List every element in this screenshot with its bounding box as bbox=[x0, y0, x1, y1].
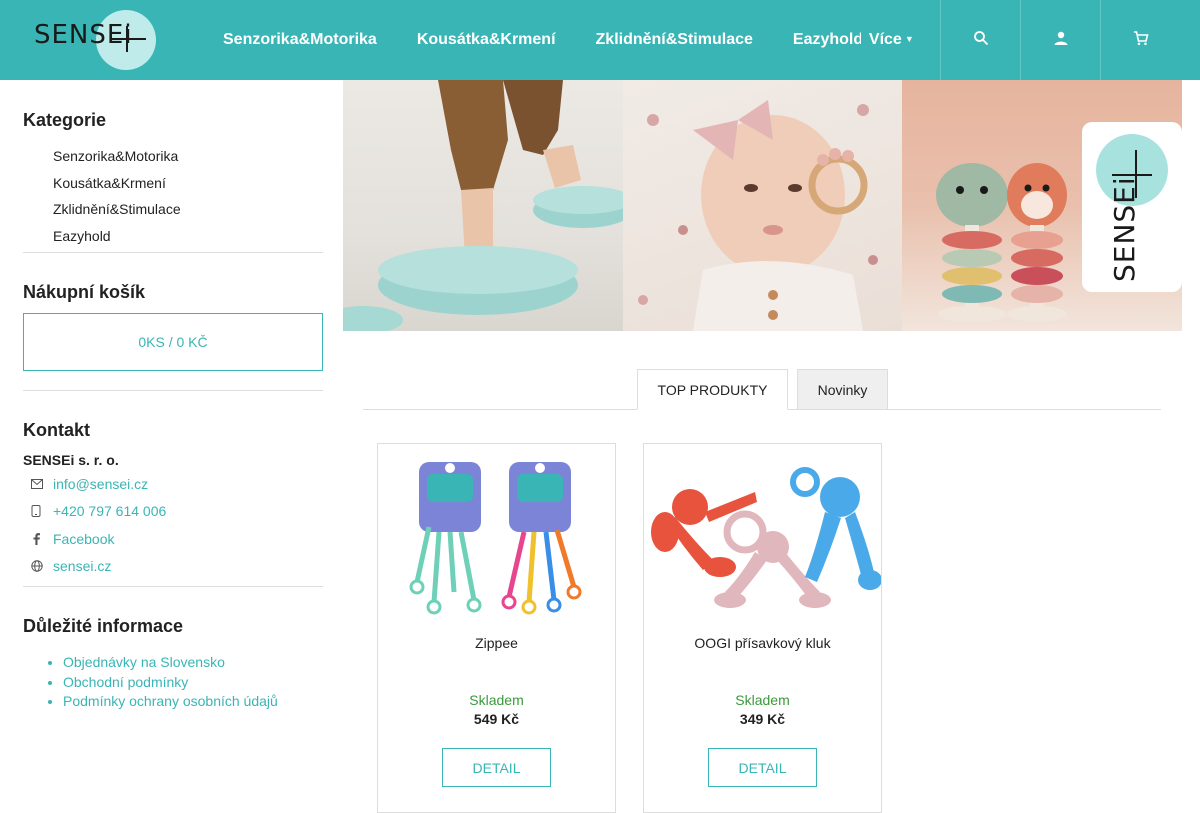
product-stock: Skladem bbox=[469, 692, 524, 708]
logo-line bbox=[110, 38, 146, 40]
contact-email-link[interactable]: info@sensei.cz bbox=[53, 476, 148, 492]
tab-new-products-label: Novinky bbox=[817, 381, 868, 398]
search-button[interactable] bbox=[940, 0, 1020, 80]
info-link-slovensko[interactable]: Objednávky na Slovensko bbox=[63, 654, 225, 670]
globe-icon bbox=[23, 560, 53, 572]
cart-summary: 0KS / 0 KČ bbox=[138, 334, 208, 350]
search-icon bbox=[973, 30, 989, 51]
nav-more-button[interactable]: Více ▼ bbox=[869, 31, 914, 49]
categories-title: Kategorie bbox=[23, 110, 107, 130]
product-detail-label: DETAIL bbox=[738, 759, 787, 776]
tab-top-products[interactable]: TOP PRODUKTY bbox=[637, 369, 788, 410]
product-detail-button[interactable]: DETAIL bbox=[708, 748, 817, 787]
account-button[interactable] bbox=[1020, 0, 1100, 80]
product-card[interactable]: OOGI přísavkový kluk Skladem 349 Kč DETA… bbox=[643, 443, 882, 813]
contact-web-link[interactable]: sensei.cz bbox=[53, 558, 111, 574]
main-nav: Senzorika&Motorika Kousátka&Krmení Zklid… bbox=[223, 0, 914, 80]
cart-summary-box[interactable]: 0KS / 0 KČ bbox=[23, 313, 323, 371]
info-link-obchodni-podminky[interactable]: Obchodní podmínky bbox=[63, 674, 188, 690]
sidebar: Kategorie Senzorika&Motorika Kousátka&Kr… bbox=[23, 80, 323, 713]
nav-more-label: Více bbox=[868, 31, 902, 48]
nav-item-eazyhold[interactable]: Eazyhold bbox=[793, 31, 861, 49]
category-item-zklidneni[interactable]: Zklidnění&Stimulace bbox=[23, 199, 323, 226]
contact-email-row: info@sensei.cz bbox=[23, 470, 323, 498]
divider bbox=[23, 252, 323, 253]
product-price: 549 Kč bbox=[473, 711, 520, 727]
chevron-down-icon: ▼ bbox=[904, 34, 914, 44]
logo-line-vertical bbox=[126, 26, 128, 52]
info-link-item: Podmínky ochrany osobních údajů bbox=[63, 693, 323, 713]
hero-banner[interactable]: SENSEi bbox=[343, 80, 1183, 331]
info-link-item: Obchodní podmínky bbox=[63, 674, 323, 694]
site-logo[interactable]: SENSEi bbox=[30, 8, 158, 72]
facebook-icon bbox=[23, 532, 53, 545]
contact-phone-link[interactable]: +420 797 614 006 bbox=[53, 503, 166, 519]
contact-title: Kontakt bbox=[23, 420, 90, 440]
cart-button[interactable] bbox=[1100, 0, 1180, 80]
category-item-senzorika[interactable]: Senzorika&Motorika bbox=[23, 146, 323, 173]
svg-text:SENSEi: SENSEi bbox=[1108, 176, 1141, 282]
cart-title: Nákupní košík bbox=[23, 282, 146, 302]
product-card[interactable]: Zippee Skladem 549 Kč DETAIL bbox=[377, 443, 616, 813]
banner-image-baby-teether bbox=[622, 80, 903, 331]
product-name[interactable]: Zippee bbox=[378, 635, 615, 651]
site-header: SENSEi Senzorika&Motorika Kousátka&Krmen… bbox=[0, 0, 1200, 80]
divider bbox=[23, 390, 323, 391]
product-price: 349 Kč bbox=[739, 711, 786, 727]
info-link-gdpr[interactable]: Podmínky ochrany osobních údajů bbox=[63, 693, 278, 709]
logo-text: SENSEi bbox=[34, 20, 133, 50]
tab-new-products[interactable]: Novinky bbox=[797, 369, 888, 410]
product-detail-label: DETAIL bbox=[472, 759, 521, 776]
contact-list: info@sensei.cz +420 797 614 006 Facebook… bbox=[23, 470, 323, 580]
contact-facebook-link[interactable]: Facebook bbox=[53, 531, 114, 547]
nav-item-zklidneni[interactable]: Zklidnění&Stimulace bbox=[596, 31, 753, 49]
user-icon bbox=[1053, 30, 1069, 51]
banner-image-balance-stones bbox=[343, 80, 623, 331]
product-stock: Skladem bbox=[735, 692, 790, 708]
contact-web-row: sensei.cz bbox=[23, 553, 323, 581]
product-image-zippee[interactable] bbox=[379, 452, 615, 617]
tab-top-products-label: TOP PRODUKTY bbox=[657, 381, 768, 398]
cart-icon bbox=[1133, 30, 1149, 51]
category-item-kousatka[interactable]: Kousátka&Krmení bbox=[23, 173, 323, 200]
nav-item-kousatka[interactable]: Kousátka&Krmení bbox=[417, 31, 556, 49]
divider bbox=[23, 586, 323, 587]
envelope-icon bbox=[23, 478, 53, 489]
info-title: Důležité informace bbox=[23, 616, 184, 636]
info-links: Objednávky na Slovensko Obchodní podmínk… bbox=[23, 654, 323, 713]
contact-phone-row: +420 797 614 006 bbox=[23, 498, 323, 526]
product-image-oogi[interactable] bbox=[645, 452, 882, 617]
contact-facebook-row: Facebook bbox=[23, 525, 323, 553]
banner-image-stacking-toys: SENSEi bbox=[902, 80, 1183, 331]
nav-item-senzorika[interactable]: Senzorika&Motorika bbox=[223, 31, 377, 49]
category-list: Senzorika&Motorika Kousátka&Krmení Zklid… bbox=[23, 146, 323, 252]
product-name[interactable]: OOGI přísavkový kluk bbox=[644, 635, 881, 651]
company-name: SENSEi s. r. o. bbox=[23, 452, 119, 468]
phone-icon bbox=[23, 505, 53, 518]
info-link-item: Objednávky na Slovensko bbox=[63, 654, 323, 674]
category-item-eazyhold[interactable]: Eazyhold bbox=[23, 226, 323, 253]
product-detail-button[interactable]: DETAIL bbox=[442, 748, 551, 787]
